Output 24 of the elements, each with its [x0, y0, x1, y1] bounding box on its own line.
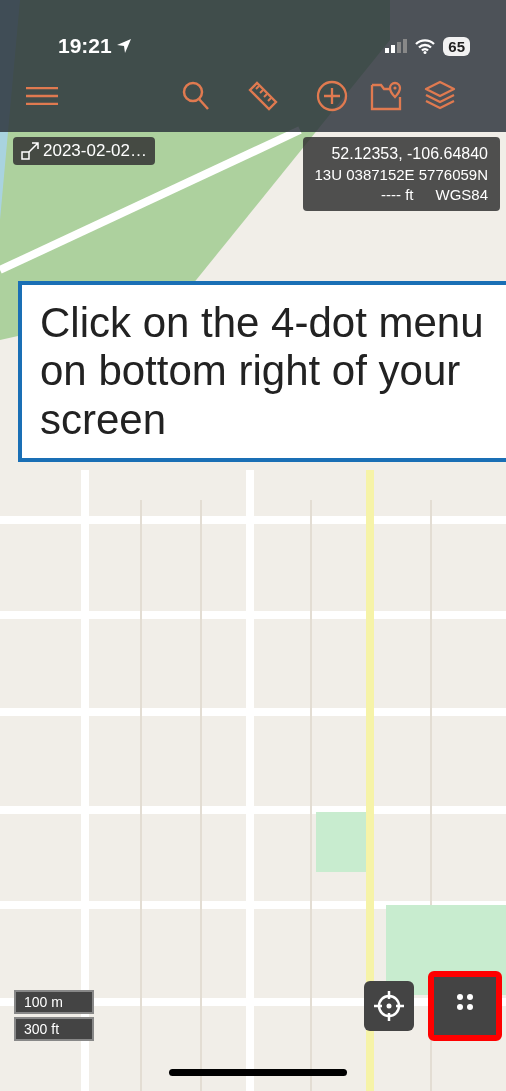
ruler-icon[interactable]: [248, 81, 278, 111]
search-icon[interactable]: [182, 81, 210, 111]
locate-button[interactable]: [364, 981, 414, 1031]
menu-icon[interactable]: [26, 87, 58, 105]
wifi-icon: [415, 38, 436, 54]
elevation-text: ---- ft: [381, 186, 414, 203]
location-arrow-icon: [115, 38, 132, 54]
lat-lon-text: 52.12353, -106.64840: [331, 145, 488, 163]
scale-label: 300 ft: [14, 1017, 94, 1041]
four-dots-icon: [455, 992, 475, 1012]
utm-text: 13U 0387152E 5776059N: [314, 166, 488, 183]
track-chip[interactable]: 2023-02-02…: [13, 137, 155, 165]
scale-label: 100 m: [14, 990, 94, 1014]
status-time: 19:21: [58, 34, 112, 58]
datum-text: WGS84: [435, 186, 488, 203]
battery-level: 65: [443, 36, 470, 56]
folder-pin-icon[interactable]: [370, 81, 402, 111]
add-circle-icon[interactable]: [316, 80, 348, 112]
instruction-callout: Click on the 4-dot menu on bottom right of your screen: [18, 281, 506, 462]
expand-icon: [21, 142, 39, 160]
crosshair-icon: [372, 989, 406, 1023]
signal-icon: [385, 39, 408, 53]
menu-button[interactable]: [428, 971, 502, 1041]
layers-icon[interactable]: [424, 80, 456, 112]
